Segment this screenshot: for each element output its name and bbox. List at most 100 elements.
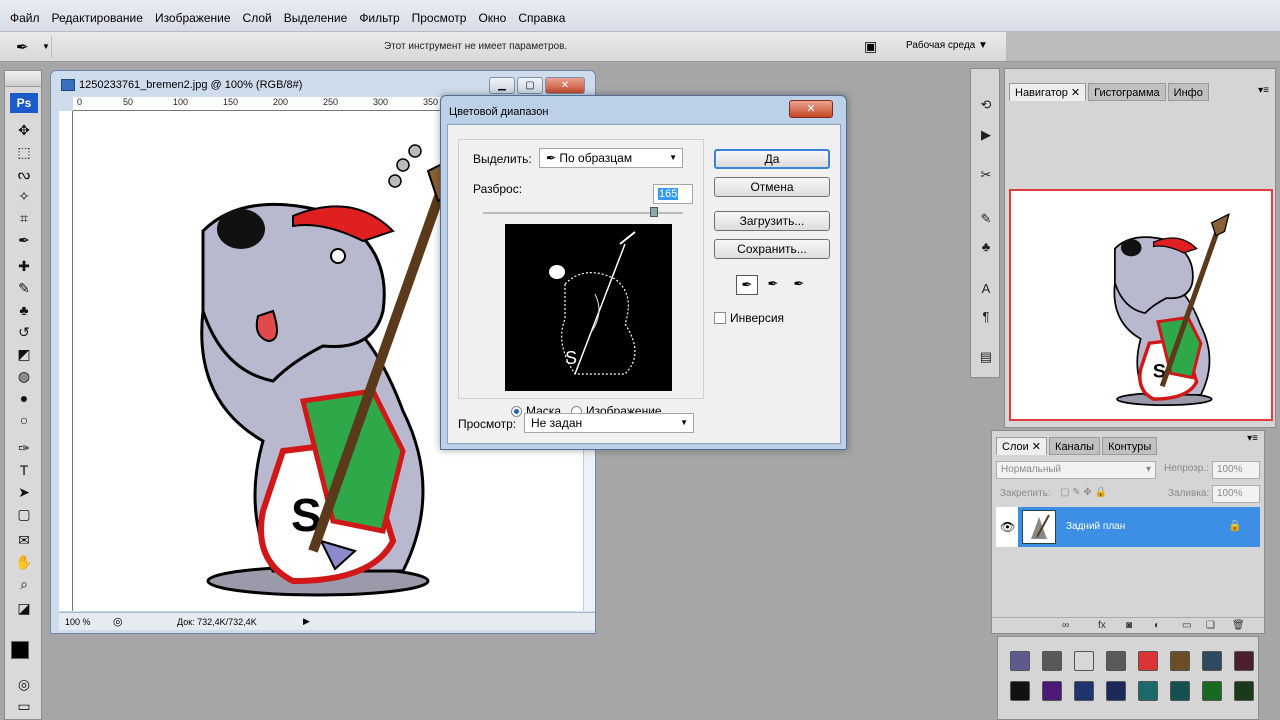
load-button[interactable]: Загрузить... (714, 211, 830, 231)
lasso-tool-icon[interactable]: ᔓ (14, 165, 34, 183)
preview-dropdown[interactable]: Не задан ▼ (524, 413, 694, 433)
link-layers-icon[interactable]: ∞ (1062, 620, 1069, 631)
swatch[interactable] (1234, 681, 1254, 701)
default-colors-icon[interactable]: ◪ (14, 599, 34, 617)
fill-field[interactable]: 100% (1212, 485, 1260, 503)
swatch[interactable] (1202, 651, 1222, 671)
marquee-tool-icon[interactable]: ⬚ (14, 143, 34, 161)
tab-info[interactable]: Инфо (1167, 83, 1209, 101)
new-layer-icon[interactable]: ❏ (1206, 620, 1215, 631)
eyedropper-plus-icon[interactable]: ✒ (762, 275, 784, 295)
document-titlebar[interactable]: 1250233761_bremen2.jpg @ 100% (RGB/8#) ▁… (51, 71, 595, 97)
tab-paths[interactable]: Контуры (1102, 437, 1158, 455)
swatch[interactable] (1042, 651, 1062, 671)
pen-tool-icon[interactable]: ✑ (14, 439, 34, 457)
brush-tool-icon[interactable]: ✎ (14, 279, 34, 297)
workspace-icon[interactable]: ▣ (864, 38, 886, 56)
swatch[interactable] (1138, 681, 1158, 701)
swatch[interactable] (1170, 651, 1190, 671)
swatch[interactable] (1074, 681, 1094, 701)
tab-channels[interactable]: Каналы (1049, 437, 1101, 455)
menu-edit[interactable]: Редактирование (46, 11, 149, 25)
lock-icons[interactable]: ▢ ✎ ✥ 🔒 (1060, 487, 1107, 498)
swatch[interactable] (1234, 651, 1254, 671)
swatch[interactable] (1010, 651, 1030, 671)
menu-image[interactable]: Изображение (149, 11, 237, 25)
layer-row[interactable]: 👁 Задний план 🔒 (996, 507, 1260, 547)
tools-panel-grip[interactable] (5, 71, 41, 87)
maximize-button[interactable]: ▢ (517, 77, 543, 94)
swatch[interactable] (1202, 681, 1222, 701)
menu-window[interactable]: Окно (472, 11, 512, 25)
clone-stamp-tool-icon[interactable]: ♣ (14, 301, 34, 319)
panel-menu-icon[interactable]: ▾≡ (1247, 433, 1258, 444)
history-icon[interactable]: ⟲ (975, 95, 997, 115)
adjustment-layer-icon[interactable]: ◐ (1154, 620, 1160, 631)
dodge-tool-icon[interactable]: ○ (14, 411, 34, 429)
select-dropdown[interactable]: ✒ По образцам ▼ (539, 148, 683, 168)
shape-tool-icon[interactable]: ▢ (14, 505, 34, 523)
dialog-close-button[interactable]: ✕ (789, 100, 833, 118)
cancel-button[interactable]: Отмена (714, 177, 830, 197)
actions-icon[interactable]: ▶ (975, 125, 997, 145)
magic-wand-tool-icon[interactable]: ✧ (14, 187, 34, 205)
menu-view[interactable]: Просмотр (406, 11, 473, 25)
new-group-icon[interactable]: ▭ (1182, 620, 1191, 631)
notes-tool-icon[interactable]: ✉ (14, 531, 34, 549)
eyedropper-tool-icon[interactable]: ✒ (14, 231, 34, 249)
swatch[interactable] (1106, 681, 1126, 701)
clone-source-icon[interactable]: ♣ (975, 237, 997, 257)
foreground-color-swatch[interactable] (11, 641, 29, 659)
brushes-icon[interactable]: ✎ (975, 209, 997, 229)
workspace-menu[interactable]: Рабочая среда ▼ (906, 40, 988, 51)
zoom-icon[interactable]: ◎ (113, 615, 123, 628)
move-tool-icon[interactable]: ✥ (14, 121, 34, 139)
close-button[interactable]: ✕ (545, 77, 585, 94)
trash-icon[interactable]: 🗑 (1232, 620, 1245, 631)
minimize-button[interactable]: ▁ (489, 77, 515, 94)
swatch[interactable] (1010, 681, 1030, 701)
crop-tool-icon[interactable]: ⌗ (14, 209, 34, 227)
paragraph-icon[interactable]: ¶ (975, 307, 997, 327)
eraser-tool-icon[interactable]: ◩ (14, 345, 34, 363)
eye-icon[interactable]: 👁 (1000, 520, 1015, 534)
tab-histogram[interactable]: Гистограмма (1088, 83, 1166, 101)
swatch[interactable] (1170, 681, 1190, 701)
opacity-field[interactable]: 100% (1212, 461, 1260, 479)
invert-checkbox[interactable]: Инверсия (714, 311, 784, 325)
fuzziness-slider-thumb[interactable] (650, 207, 658, 217)
swatch[interactable] (1042, 681, 1062, 701)
hand-tool-icon[interactable]: ✋ (14, 553, 34, 571)
history-brush-tool-icon[interactable]: ↺ (14, 323, 34, 341)
blur-tool-icon[interactable]: ● (14, 389, 34, 407)
character-icon[interactable]: A (975, 279, 997, 299)
play-arrow-icon[interactable]: ▶ (303, 616, 310, 627)
blend-mode-dropdown[interactable]: Нормальный ▾ (996, 461, 1156, 479)
swatch[interactable] (1106, 651, 1126, 671)
photoshop-logo[interactable]: Ps (10, 93, 38, 113)
layer-comps-icon[interactable]: ▤ (975, 347, 997, 367)
quick-mask-icon[interactable]: ◎ (14, 675, 34, 693)
healing-brush-tool-icon[interactable]: ✚ (14, 257, 34, 275)
tab-navigator[interactable]: Навигатор ✕ (1009, 83, 1087, 101)
menu-layer[interactable]: Слой (237, 11, 278, 25)
layer-style-icon[interactable]: fx (1098, 620, 1106, 631)
eyedropper-minus-icon[interactable]: ✒ (788, 275, 810, 295)
fuzziness-input[interactable]: 165 (653, 184, 693, 204)
mask-preview[interactable]: S (505, 224, 672, 391)
tool-presets-icon[interactable]: ✂ (975, 165, 997, 185)
screen-mode-icon[interactable]: ▭ (14, 697, 34, 715)
path-selection-tool-icon[interactable]: ➤ (14, 483, 34, 501)
menu-filter[interactable]: Фильтр (353, 11, 405, 25)
menu-help[interactable]: Справка (512, 11, 571, 25)
navigator-view-frame[interactable] (1009, 189, 1273, 421)
zoom-tool-icon[interactable]: ⌕ (14, 575, 34, 593)
swatch[interactable] (1074, 651, 1094, 671)
menu-select[interactable]: Выделение (278, 11, 354, 25)
ok-button[interactable]: Да (714, 149, 830, 169)
paint-bucket-tool-icon[interactable]: ◍ (14, 367, 34, 385)
zoom-level[interactable]: 100 % (65, 617, 91, 627)
menu-file[interactable]: Файл (4, 11, 46, 25)
panel-menu-icon[interactable]: ▾≡ (1258, 85, 1269, 96)
eyedropper-icon[interactable]: ✒ (736, 275, 758, 295)
